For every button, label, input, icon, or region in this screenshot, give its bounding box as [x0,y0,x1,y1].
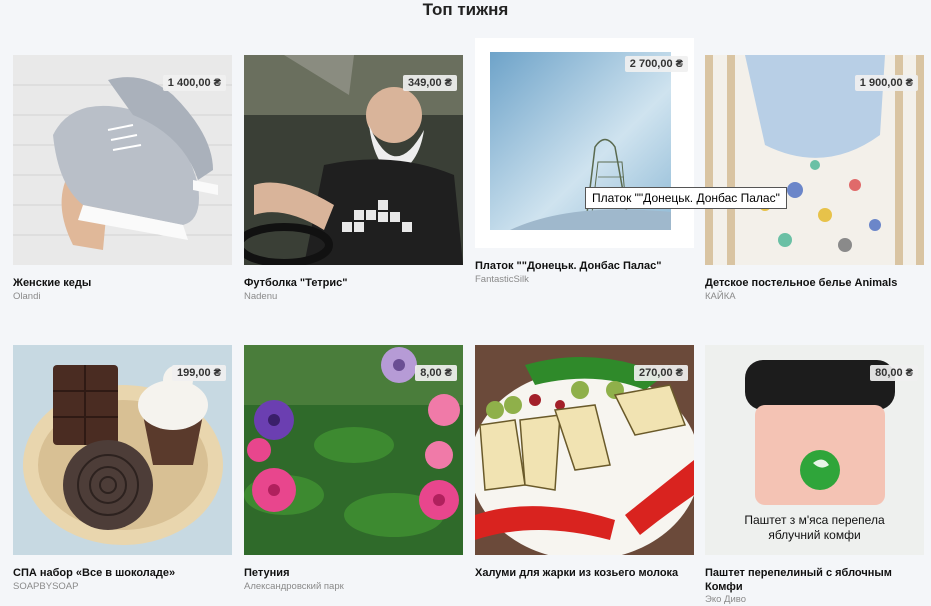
product-name[interactable]: Халуми для жарки из козьего молока [475,566,694,580]
jar-caption: Паштет з м'яса перепела [744,513,885,527]
product-name[interactable]: Петуния [244,566,463,580]
product-image[interactable]: 349,00 ₴ [244,55,463,265]
price-badge: 199,00 ₴ [171,365,226,381]
product-seller[interactable]: FantasticSilk [475,274,529,286]
product-image[interactable]: Паштет з м'яса перепела яблучний комфи 8… [705,345,924,555]
hover-tooltip: Платок ""Донецьк. Донбас Палас" [585,187,787,209]
product-image[interactable]: 2 700,00 ₴ [475,38,694,248]
product-card-hovered[interactable]: 2 700,00 ₴ [475,38,694,248]
product-image[interactable]: 1 900,00 ₴ [705,55,924,265]
price-badge: 349,00 ₴ [402,75,457,91]
price-badge: 2 700,00 ₴ [624,56,688,72]
product-name[interactable]: Детское постельное белье Animals [705,276,924,290]
price-badge: 1 900,00 ₴ [854,75,918,91]
price-badge: 80,00 ₴ [870,365,918,381]
product-seller[interactable]: Александровский парк [244,581,344,593]
product-image[interactable]: 199,00 ₴ [13,345,232,555]
section-title: Топ тижня [422,0,509,19]
product-name[interactable]: СПА набор «Все в шоколаде» [13,566,232,580]
product-seller[interactable]: КАЙКА [705,291,736,303]
product-card[interactable]: 8,00 ₴ [244,345,463,555]
price-badge: 8,00 ₴ [415,365,457,381]
product-seller[interactable]: Nadenu [244,291,277,303]
product-image[interactable]: 8,00 ₴ [244,345,463,555]
product-name[interactable]: Женские кеды [13,276,232,290]
product-seller[interactable]: SOAPBYSOAP [13,581,78,593]
product-card[interactable]: 270,00 ₴ [475,345,694,555]
product-name[interactable]: Паштет перепелиный с яблочным Комфи [705,566,924,594]
product-seller[interactable]: Эко Диво [705,594,746,606]
product-image[interactable]: 270,00 ₴ [475,345,694,555]
product-card[interactable]: 1 900,00 ₴ [705,55,924,265]
jar-caption: яблучний комфи [768,528,861,542]
product-image[interactable]: 1 400,00 ₴ [13,55,232,265]
product-name[interactable]: Футболка "Тетрис" [244,276,463,290]
product-name[interactable]: Платок ""Донецьк. Донбас Палас" [475,259,694,273]
product-card[interactable]: 1 400,00 ₴ [13,55,232,265]
product-card[interactable]: Паштет з м'яса перепела яблучний комфи 8… [705,345,924,555]
price-badge: 270,00 ₴ [633,365,688,381]
product-seller[interactable]: Olandi [13,291,40,303]
price-badge: 1 400,00 ₴ [162,75,226,91]
product-card[interactable]: 199,00 ₴ [13,345,232,555]
product-card[interactable]: 349,00 ₴ [244,55,463,265]
